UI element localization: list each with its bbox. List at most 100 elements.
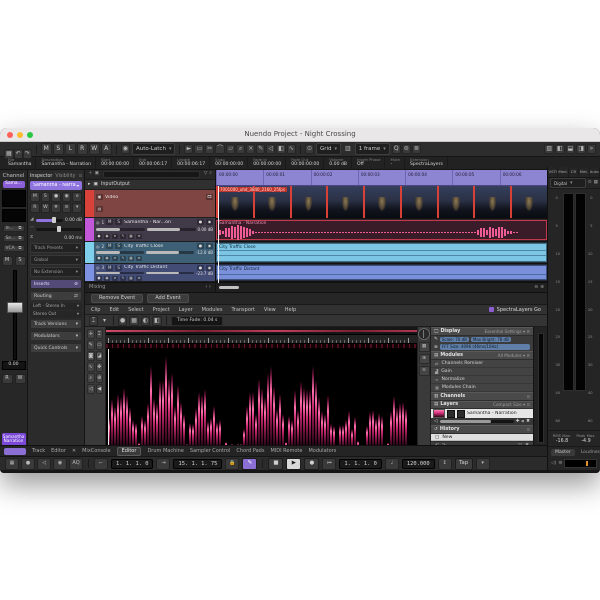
state-button-l[interactable]: L [65,143,76,155]
hand-tool[interactable]: ✥ [96,362,104,372]
module-modules-chain[interactable]: ▦Modules Chain [431,384,533,392]
tab-modulators[interactable]: Modulators [308,448,336,454]
menu-clip[interactable]: Clip [91,307,100,313]
track-button-2[interactable]: e [112,276,118,281]
metronome-icon[interactable]: ♩ [385,458,399,470]
channel-fader[interactable] [3,270,25,358]
layer-visible-toggle[interactable] [447,410,455,418]
menu-view[interactable]: View [264,307,276,313]
lower-zone-toggle[interactable]: ⬓ [566,144,576,154]
locator-swap-icon[interactable]: ⇥ [156,458,170,470]
snap-toggle-icon[interactable]: ⊙ [305,144,314,154]
punch-draw-button[interactable]: ✎ [242,458,257,470]
info-field-mute[interactable]: Mute- [386,157,405,169]
right-tab-cr[interactable]: CR [569,167,579,177]
track-monitor-icon[interactable]: ◉ [206,219,213,225]
quantize-icon[interactable]: Q [392,144,401,154]
filter-icon[interactable]: ▽ [204,170,208,178]
inspector-track-header[interactable]: Samantha - Narra...▾ [30,181,82,190]
new-selection-icon[interactable]: ● [118,316,127,326]
event-samantha-narration[interactable]: Samantha - Narration [216,220,547,241]
section-inserts[interactable]: Inserts⊘ [30,279,82,289]
info-field-fade-in[interactable]: Fade In00:00:00:00 [249,157,286,169]
range-select-tool[interactable]: ▭ [194,144,204,154]
channel-slot-in[interactable]: In...⧉ [3,225,25,232]
state-button-w[interactable]: W [89,143,100,155]
aq-button[interactable]: AQ [69,458,83,470]
lock-icon[interactable]: 🔒 [225,458,239,470]
right-tab-automa[interactable]: Automa. [590,167,600,177]
return-to-zero-icon[interactable]: ⏮ [322,458,336,470]
color-tool[interactable]: ◧ [276,144,286,154]
timeline-ruler[interactable]: 00:00:0000:00:0100:00:0200:00:0300:00:04… [216,170,547,186]
rectangle-select-tool[interactable]: ▭ [96,340,104,350]
state-button-a[interactable]: A [101,143,112,155]
group-layers-button[interactable]: ⌗ [522,419,525,425]
selection-mode-icon[interactable]: ⌶ [89,316,98,326]
track-button-0[interactable]: ● [96,276,102,281]
tab-master[interactable]: Master [551,449,575,456]
tab-editor-left[interactable]: Editor [51,448,66,454]
punch-in-icon[interactable]: ⌐ [94,458,108,470]
tab-loudness[interactable]: Loudness [577,449,600,456]
track-row-samantha-nar-on[interactable]: ◎1MSSamantha - Nar...on●◉0.00 dB●◉e✎▦≡ [85,218,215,242]
tab-editor[interactable]: Editor [117,447,142,456]
right-tab-vsti[interactable]: VSTi [548,167,558,177]
info-field-snap[interactable]: Snap00:00:00:00 [211,157,248,169]
layer-solo-toggle[interactable] [457,410,465,418]
nav-settings-icon[interactable]: ≡ [419,366,430,376]
menu-layer[interactable]: Layer [179,307,193,313]
meter-hold-icon[interactable]: ⊙ [588,179,592,187]
keyboard-focus-icon[interactable]: ▦ [5,458,19,470]
position-display[interactable]: 1. 1. 1. 0 [339,459,381,469]
remove-event-button[interactable]: Remove Event [91,294,143,303]
channels-section-header[interactable]: ▥ Channels ⊙ [431,392,533,401]
track-volume-slider[interactable] [146,251,194,254]
play-tool[interactable]: ◁ [266,144,275,154]
routing-input-select[interactable]: Left - Stereo In▾ [30,303,82,310]
meter-settings-icon[interactable]: ▦ [594,179,598,187]
intersect-selection-icon[interactable]: ◧ [152,316,162,326]
global-select[interactable]: Global▾ [30,255,82,265]
track-visibility-icon[interactable]: ◎ [96,244,100,249]
freeze-button[interactable]: ❄ [51,203,61,213]
brush-select-tool[interactable]: ◙ [87,351,95,361]
eraser-tool[interactable]: ◪ [96,351,104,361]
spectro-overview[interactable] [106,327,417,335]
section-quick-controls[interactable]: Quick Controls▾ [30,343,82,353]
toolbar-setup-icon[interactable]: ≣ [412,144,421,154]
channel-slot-se[interactable]: Se...⧉ [3,235,25,242]
subtract-selection-icon[interactable]: ◐ [141,316,150,326]
track-row-city-traffic-distant[interactable]: ◎3MSCity Traffic Distant●◉-23.7 dB●◉e✎▦≡ [85,264,215,282]
track-solo-button[interactable]: S [115,219,122,225]
erase-tool[interactable]: ▱ [226,144,235,154]
tempo-display[interactable]: 120.000 [402,459,435,469]
track-mute-button[interactable]: M [106,243,113,249]
menu-transport[interactable]: Transport [231,307,254,313]
record-button[interactable]: ● [304,458,319,470]
modules-section-header[interactable]: ▤ Modules All Modules ▾ ≡ [431,351,533,360]
scroll-handle[interactable] [219,286,239,289]
automation-icon[interactable]: ◉ [121,144,130,154]
tab-mixconsole[interactable]: MixConsole [82,448,111,454]
track-record-icon[interactable]: ● [197,219,204,225]
track-pan-slider[interactable] [96,272,144,275]
channel-mute-button[interactable]: M [2,256,13,266]
info-field-volume[interactable]: Volume0.00 dB [325,157,352,169]
add-event-button[interactable]: Add Event [147,294,189,303]
search-icon[interactable]: ⌕ [209,170,212,178]
fader-handle[interactable] [7,302,23,313]
scale-chip[interactable]: Scale: 70 dB [440,337,469,343]
move-tool[interactable]: ✛ [87,329,95,339]
track-search-input[interactable] [103,171,200,178]
brightness-chip[interactable]: Max Bright: 78 dB [471,337,511,343]
automation-mode-select[interactable]: Auto-Latch▾ [132,143,175,155]
track-mute-button[interactable]: M [106,219,113,225]
pan-slider[interactable] [36,228,82,231]
track-row-video[interactable]: ▣ Video 🎞 ▤ [85,190,215,218]
arrange-scrollbar[interactable]: ⊖ ⊕ [216,282,547,292]
zoom-tool[interactable]: ⌕ [236,144,245,154]
draw-tool[interactable]: ✎ [256,144,265,154]
track-row-city-traffic-close[interactable]: ◎2MSCity Traffic Close●◉-12.0 dB●◉e✎▦≡ [85,242,215,264]
module-normalize[interactable]: ≈Normalize [431,376,533,384]
